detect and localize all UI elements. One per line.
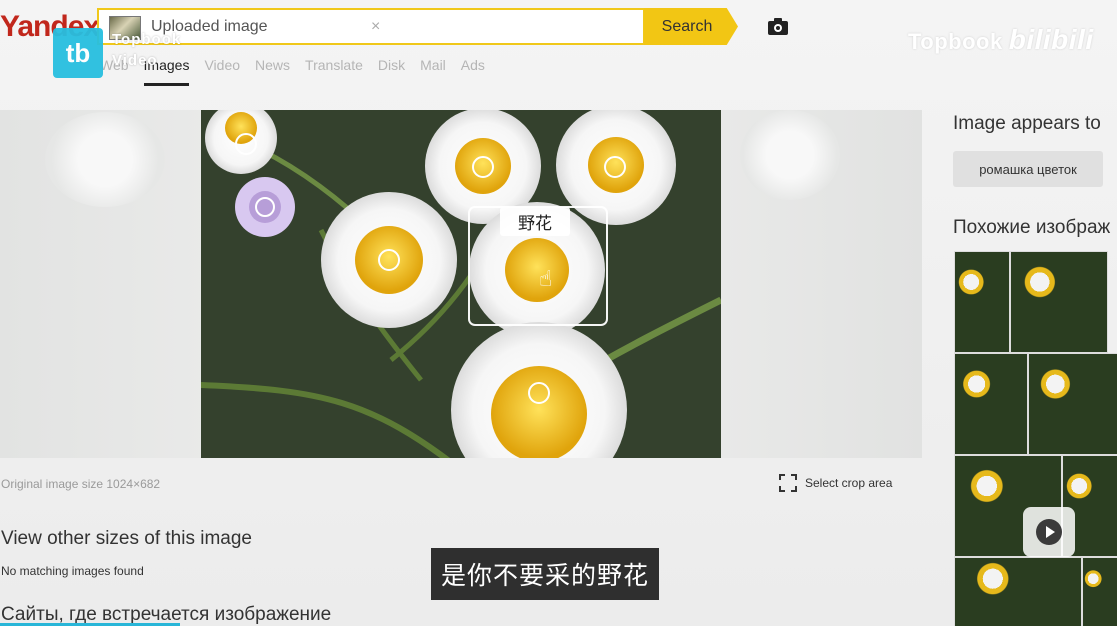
similar-images-heading: Похожие изображ <box>953 217 1111 238</box>
hand-cursor-icon: ☝ <box>539 266 553 291</box>
similar-image-thumbnail[interactable] <box>1082 557 1117 626</box>
flower-illustration <box>201 110 721 458</box>
blurred-flower-right <box>740 110 840 200</box>
similar-images-grid <box>954 251 1117 626</box>
tab-translate[interactable]: Translate <box>305 57 363 86</box>
crop-icon <box>779 474 797 492</box>
similar-image-thumbnail[interactable] <box>1010 251 1108 353</box>
no-matching-images: No matching images found <box>1 564 144 578</box>
similar-image-thumbnail[interactable] <box>954 353 1028 455</box>
tab-mail[interactable]: Mail <box>420 57 446 86</box>
topbook-label-line2: Video <box>112 52 158 69</box>
topbook-label-line1: Topbook <box>112 31 182 48</box>
select-crop-area-label: Select crop area <box>805 476 893 490</box>
original-image-size: Original image size 1024×682 <box>1 477 161 491</box>
watermark-bilibili: bilibili <box>1008 24 1094 55</box>
similar-image-thumbnail[interactable] <box>954 557 1082 626</box>
similar-image-thumbnail[interactable] <box>954 251 1010 353</box>
object-detection-label: 野花 <box>500 207 570 236</box>
image-tag-chip[interactable]: ромашка цветок <box>953 151 1103 187</box>
play-icon <box>1036 519 1062 545</box>
play-button[interactable] <box>1023 507 1075 557</box>
topbook-logo: tb <box>53 28 103 78</box>
tab-video[interactable]: Video <box>204 57 240 86</box>
search-button[interactable]: Search <box>644 8 738 45</box>
video-subtitle: 是你不要采的野花 <box>431 548 660 600</box>
video-watermark: Topbook bilibili <box>908 24 1094 56</box>
uploaded-photo[interactable]: 野花 ☝ <box>201 110 721 458</box>
tab-news[interactable]: News <box>255 57 290 86</box>
similar-image-thumbnail[interactable] <box>1028 353 1117 455</box>
clear-search-icon[interactable]: × <box>371 18 380 36</box>
select-crop-area-button[interactable]: Select crop area <box>779 474 892 492</box>
yandex-image-search-page: Yandex Uploaded image × Search Web Image… <box>0 0 1117 626</box>
tab-ads[interactable]: Ads <box>461 57 485 86</box>
topbook-video-label: Topbook Video <box>112 29 181 71</box>
other-sizes-heading: View other sizes of this image <box>1 528 252 549</box>
watermark-topbook: Topbook <box>908 29 1003 54</box>
tab-disk[interactable]: Disk <box>378 57 405 86</box>
camera-icon[interactable] <box>766 15 790 39</box>
image-appears-heading: Image appears to <box>953 113 1101 134</box>
blurred-flower-left <box>45 112 165 207</box>
